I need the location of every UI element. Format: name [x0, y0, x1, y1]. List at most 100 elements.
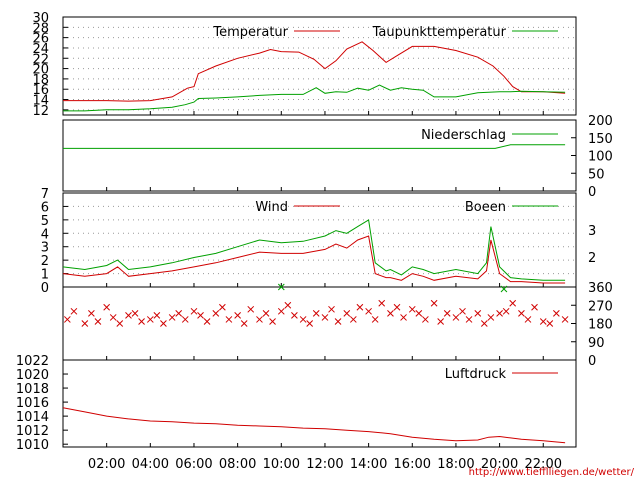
direction-point: [291, 312, 298, 319]
ytick-label-wind: 6: [41, 200, 49, 215]
legend-label-temp: Taupunkttemperatur: [372, 25, 507, 40]
direction-point: [502, 307, 510, 315]
direction-point: [225, 316, 233, 323]
direction-point: [321, 314, 329, 321]
direction-point: [70, 307, 78, 315]
direction-point: [94, 318, 102, 325]
direction-point: [452, 314, 460, 321]
right-label-wind: 2: [588, 251, 596, 266]
direction-point: [443, 310, 451, 317]
direction-point: [256, 316, 263, 323]
direction-point: [197, 312, 204, 319]
series-line-pressure-0: [62, 407, 566, 444]
direction-point: [240, 320, 248, 327]
direction-point: [138, 318, 145, 325]
direction-point: [234, 312, 241, 319]
direction-point: [480, 320, 488, 327]
direction-point: [168, 314, 176, 321]
direction-point: [371, 316, 379, 323]
ytick-label-direction: 360: [588, 281, 613, 296]
direction-point: [378, 299, 386, 307]
ytick-label-pressure: 1010: [16, 438, 49, 453]
ytick-label-rain: 50: [588, 167, 605, 182]
direction-point: [146, 316, 154, 323]
direction-point: [408, 305, 416, 313]
legend-label-rain: Niederschlag: [421, 128, 506, 143]
legend-label-wind: Boeen: [465, 200, 506, 215]
direction-point: [496, 310, 503, 317]
direction-point: [387, 310, 394, 317]
direction-point: [459, 307, 466, 315]
ytick-label-direction: 180: [588, 318, 613, 333]
weather-chart: 12141618202224262830Temperatur Taupunktte…: [16, 11, 635, 478]
ytick-label-rain: 200: [588, 114, 613, 129]
direction-point: [312, 310, 320, 317]
ytick-label-pressure: 1020: [16, 368, 49, 383]
direction-point: [306, 320, 314, 327]
right-label-wind: 3: [588, 224, 596, 239]
direction-point: [125, 312, 132, 319]
direction-point: [531, 303, 538, 311]
ytick-label-direction: 90: [588, 336, 605, 351]
series-layer: [62, 41, 569, 444]
direction-point: [175, 310, 183, 317]
direction-point: [116, 320, 124, 327]
ytick-label-direction: 0: [588, 354, 596, 369]
direction-point: [487, 314, 495, 321]
legend-label-temp: Temperatur: [212, 25, 288, 40]
direction-point: [103, 303, 111, 311]
direction-point: [190, 307, 198, 315]
direction-point: [400, 314, 407, 321]
direction-point: [269, 318, 276, 325]
direction-point: [437, 318, 445, 325]
direction-point: [509, 299, 517, 307]
series-line-wind-0: [62, 235, 566, 284]
direction-point: [212, 310, 220, 317]
ytick-label-pressure: 1018: [16, 382, 49, 397]
xtick-label: 02:00: [88, 457, 125, 472]
ytick-label-temp: 30: [32, 11, 49, 26]
ytick-label-wind: 2: [41, 254, 49, 269]
direction-point: [539, 318, 547, 325]
xtick-label: 10:00: [263, 457, 300, 472]
ytick-label-pressure: 1022: [16, 354, 49, 369]
direction-point: [247, 305, 255, 313]
direction-point: [393, 303, 401, 311]
xtick-label: 16:00: [394, 457, 431, 472]
direction-point: [219, 303, 226, 311]
text-layer: 12141618202224262830Temperatur Taupunktte…: [16, 11, 613, 472]
direction-point: [81, 320, 89, 327]
legend-label-wind: Wind: [255, 200, 288, 215]
xtick-label: 14:00: [350, 457, 387, 472]
direction-point: [356, 303, 364, 311]
direction-point: [349, 316, 357, 323]
direction-point: [343, 310, 351, 317]
ytick-label-rain: 100: [588, 150, 613, 165]
direction-point: [277, 307, 285, 315]
ytick-label-pressure: 1012: [16, 424, 49, 439]
direction-point: [203, 318, 211, 325]
ytick-label-wind: 5: [41, 214, 49, 229]
direction-point: [365, 307, 372, 315]
direction-point: [181, 316, 189, 323]
direction-point: [88, 310, 95, 317]
direction-point: [153, 312, 161, 319]
series-line-rain-0: [63, 144, 566, 149]
direction-point: [430, 299, 438, 307]
ytick-label-rain: 150: [588, 132, 613, 147]
ytick-label-pressure: 1014: [16, 410, 49, 425]
ytick-label-wind: 4: [41, 227, 49, 242]
axes-layer: [62, 16, 577, 448]
ytick-label-direction: 270: [588, 299, 613, 314]
direction-point: [262, 310, 270, 317]
direction-point: [546, 320, 554, 327]
direction-point: [561, 316, 569, 323]
direction-point: [524, 316, 532, 323]
direction-point: [299, 316, 307, 323]
direction-point: [465, 316, 473, 323]
ytick-label-wind: 0: [41, 281, 49, 296]
direction-point: [474, 310, 482, 317]
direction-point: [284, 301, 292, 309]
direction-point: [64, 316, 71, 323]
direction-point: [334, 318, 342, 325]
